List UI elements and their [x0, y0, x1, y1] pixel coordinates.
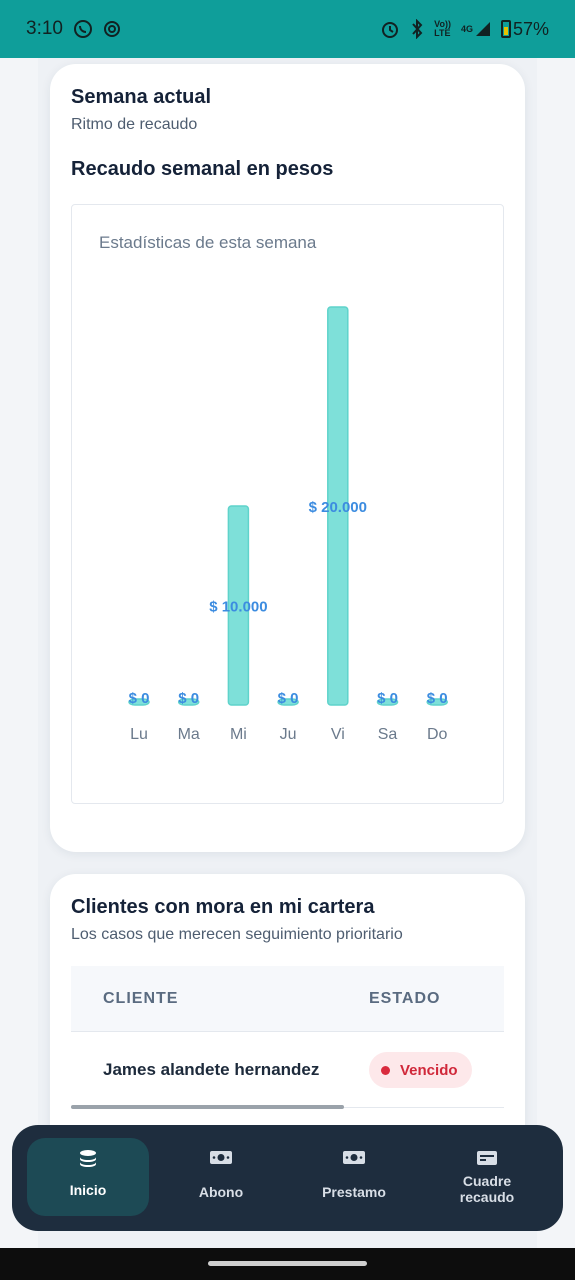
chart-data-label-do: $ 0: [427, 690, 448, 707]
chart-canvas: $ 0 Lu $ 0 Ma $ 10.000 Mi $ 0 Ju $ 20.000 Vi $ 0 Sa…: [128, 306, 448, 743]
column-header-cliente: CLIENTE: [103, 990, 179, 1007]
weekly-chart: Estadísticas de esta semana $ 0 Lu $ 0 Ma $ …: [71, 204, 504, 804]
status-dot-icon: [381, 1065, 390, 1075]
cash-icon: [160, 1148, 282, 1172]
chart-data-label-ju: $ 0: [278, 690, 299, 707]
alarm-icon: [380, 19, 400, 39]
status-badge-label: Vencido: [400, 1061, 458, 1079]
chart-section-title: Recaudo semanal en pesos: [71, 158, 334, 180]
battery-icon: [500, 20, 511, 38]
nav-label-line1: Cuadre: [462, 1173, 512, 1189]
nav-item-inicio[interactable]: Inicio: [27, 1138, 149, 1216]
cash-icon: [293, 1148, 415, 1172]
background-right: [537, 58, 575, 1248]
battery-indicator: 57%: [500, 18, 549, 40]
nav-label-prestamo: Prestamo: [322, 1184, 386, 1200]
chart-tick-label-ju: Ju: [280, 726, 297, 743]
client-name: James alandete hernandez: [103, 1060, 320, 1079]
chart-tick-label-ma: Ma: [178, 726, 200, 743]
bluetooth-icon: [410, 19, 424, 39]
card-icon: [426, 1150, 548, 1174]
status-badge: Vencido: [369, 1052, 472, 1088]
nav-label-cuadre-recaudo: Cuadre recaudo: [426, 1173, 548, 1205]
nav-label-abono: Abono: [198, 1184, 244, 1200]
background-left: [0, 58, 38, 1248]
chart-tick-label-sa: Sa: [378, 726, 398, 743]
status-bar: 3:10 Vo)) LTE 4G 57%: [0, 0, 575, 58]
signal-icon: 4G: [461, 21, 491, 37]
horizontal-scrollbar[interactable]: [71, 1105, 344, 1109]
coins-icon: [27, 1148, 149, 1172]
chart-tick-label-vi: Vi: [331, 726, 345, 743]
nav-item-abono[interactable]: Abono: [160, 1138, 282, 1216]
battery-level: 57%: [512, 18, 549, 39]
chart-data-label-vi: $ 20.000: [309, 499, 367, 516]
chart-data-label-lu: $ 0: [129, 690, 150, 707]
chart-tick-label-lu: Lu: [130, 726, 148, 743]
home-indicator[interactable]: [208, 1261, 367, 1266]
mora-card-title: Clientes con mora en mi cartera: [71, 896, 375, 918]
mora-card-subtitle: Los casos que merecen seguimiento priori…: [71, 926, 403, 943]
bottom-navigation: Inicio Abono Prestamo Cuadre recaudo: [12, 1125, 563, 1231]
chart-tick-label-mi: Mi: [230, 726, 247, 743]
chart-data-label-mi: $ 10.000: [209, 599, 267, 616]
week-card-subtitle: Ritmo de recaudo: [71, 116, 198, 133]
sync-icon: [103, 20, 121, 38]
chart-data-label-sa: $ 0: [377, 690, 398, 707]
week-card-title: Semana actual: [71, 86, 212, 108]
whatsapp-icon: [73, 19, 93, 39]
nav-item-cuadre-recaudo[interactable]: Cuadre recaudo: [426, 1138, 548, 1216]
week-card: Semana actual Ritmo de recaudo Recaudo s…: [50, 64, 525, 852]
table-header: CLIENTE ESTADO: [71, 966, 504, 1032]
status-time: 3:10: [26, 18, 63, 39]
nav-label-inicio: Inicio: [69, 1182, 107, 1198]
nav-item-prestamo[interactable]: Prestamo: [293, 1138, 415, 1216]
chart-tick-label-do: Do: [427, 726, 448, 743]
system-navigation-bar: [0, 1248, 575, 1280]
table-row[interactable]: James alandete hernandez Vencido: [71, 1032, 504, 1108]
column-header-estado: ESTADO: [369, 990, 441, 1007]
nav-label-line2: recaudo: [459, 1189, 515, 1205]
volte-indicator: Vo)) LTE: [434, 19, 451, 38]
chart-data-label-ma: $ 0: [178, 690, 199, 707]
